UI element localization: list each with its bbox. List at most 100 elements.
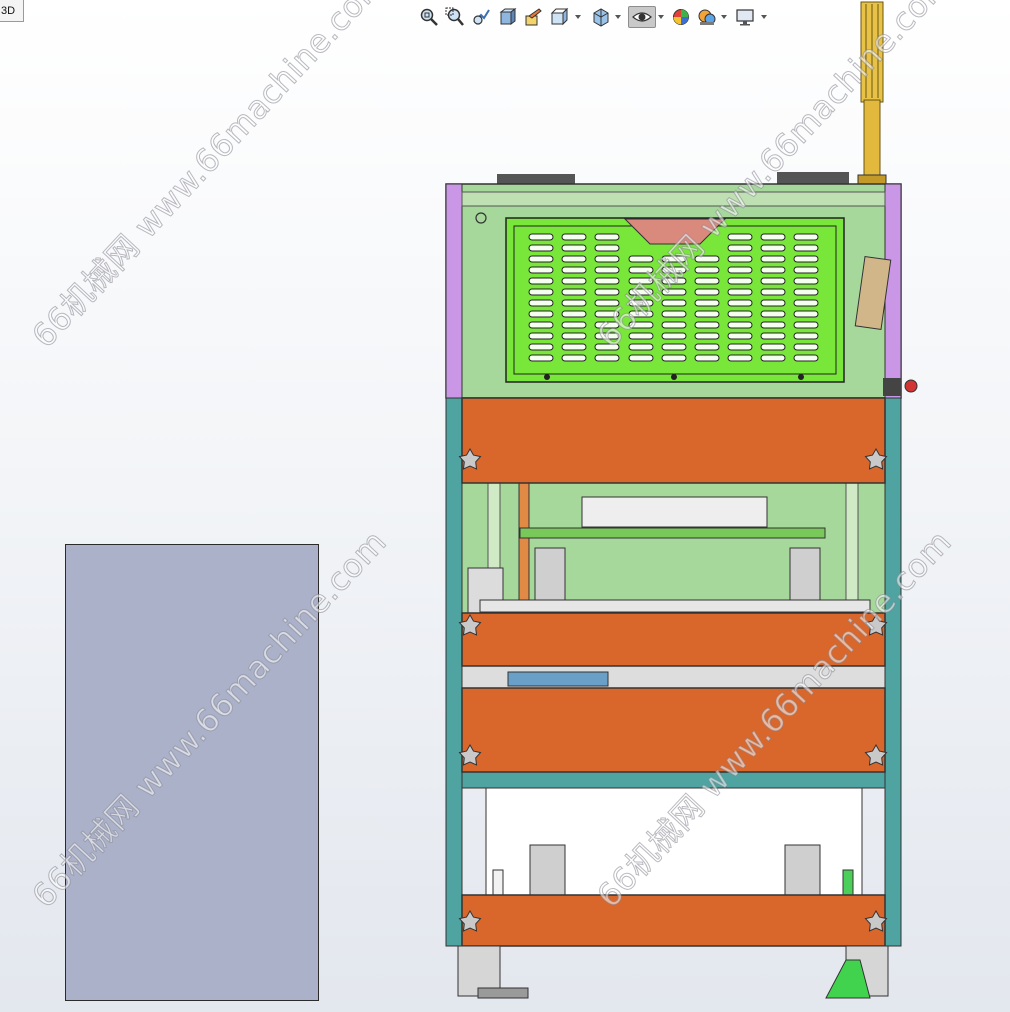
grille-slot: [594, 299, 620, 307]
grille-slot: [594, 233, 620, 241]
grille-slot: [760, 299, 786, 307]
grille-slot: [528, 277, 554, 285]
grille-slot: [528, 233, 554, 241]
grille-slot: [528, 332, 554, 340]
grille-slot: [793, 266, 819, 274]
grille-slot: [594, 332, 620, 340]
grille-slot: [727, 288, 753, 296]
grille-slot: [528, 321, 554, 329]
grille-slot: [628, 288, 654, 296]
grille-slot: [727, 299, 753, 307]
grille-slot: [628, 277, 654, 285]
grille-slot: [727, 310, 753, 318]
grille-slot: [561, 255, 587, 263]
grille-slot: [727, 343, 753, 351]
grille-slot: [561, 321, 587, 329]
grille-slot: [661, 266, 687, 274]
grille-slot: [594, 354, 620, 362]
grille-slot: [628, 332, 654, 340]
grille-slot: [760, 310, 786, 318]
grille-slot: [760, 255, 786, 263]
grille-slot: [528, 244, 554, 252]
grille-slot: [793, 288, 819, 296]
grille-slot: [793, 233, 819, 241]
grille-slot: [594, 255, 620, 263]
grille-slot: [727, 244, 753, 252]
grille-slot: [594, 288, 620, 296]
grille-slot: [594, 277, 620, 285]
grille-slot: [528, 310, 554, 318]
grille-slot: [528, 343, 554, 351]
grille-slot: [528, 354, 554, 362]
grille-slot: [727, 277, 753, 285]
grille-slot: [793, 310, 819, 318]
grille-slot: [793, 343, 819, 351]
machine-model-view[interactable]: [0, 0, 1010, 1012]
grille-slot: [760, 354, 786, 362]
grille-slot: [594, 321, 620, 329]
grille-slot: [561, 310, 587, 318]
grille-slot: [694, 332, 720, 340]
grille-slot: [561, 299, 587, 307]
grille-slot: [594, 266, 620, 274]
grille-slot: [561, 343, 587, 351]
grille-slot: [694, 321, 720, 329]
grille-slot: [661, 354, 687, 362]
grille-slot: [594, 343, 620, 351]
grille-slot: [694, 343, 720, 351]
grille-slot: [561, 277, 587, 285]
grille-slot: [594, 244, 620, 252]
grille-slot: [793, 354, 819, 362]
grille-slot: [793, 299, 819, 307]
grille-slot: [661, 321, 687, 329]
grille-slot: [628, 354, 654, 362]
grille-slot: [661, 332, 687, 340]
grille-slot: [594, 310, 620, 318]
grille-slot: [661, 310, 687, 318]
grille-slot: [760, 277, 786, 285]
ventilation-grille: [505, 217, 845, 383]
grille-slot: [628, 266, 654, 274]
caster-wheels: [457, 945, 889, 999]
grille-slot: [528, 266, 554, 274]
grille-slot: [727, 255, 753, 263]
grille-slot: [628, 310, 654, 318]
grille-slot: [661, 255, 687, 263]
grille-slot: [760, 332, 786, 340]
grille-slot: [727, 233, 753, 241]
grille-slot: [727, 354, 753, 362]
grille-slot: [793, 321, 819, 329]
grille-slot: [561, 354, 587, 362]
grille-slot: [528, 299, 554, 307]
grille-slot: [561, 332, 587, 340]
grille-slot: [760, 266, 786, 274]
grille-slot: [561, 288, 587, 296]
grille-slot: [528, 255, 554, 263]
grille-slot: [628, 255, 654, 263]
grille-slot: [694, 354, 720, 362]
grille-slot: [793, 255, 819, 263]
grille-slot: [694, 299, 720, 307]
grille-slot: [694, 255, 720, 263]
grille-slot: [727, 321, 753, 329]
grille-slot: [561, 244, 587, 252]
grille-slot: [727, 266, 753, 274]
grille-slot: [694, 266, 720, 274]
grille-slot: [661, 299, 687, 307]
grille-slot: [628, 343, 654, 351]
grille-slot: [760, 244, 786, 252]
grille-slot: [528, 288, 554, 296]
grille-slot: [628, 299, 654, 307]
grille-slot: [694, 288, 720, 296]
signal-tower: [857, 1, 887, 186]
grille-slot: [694, 277, 720, 285]
grille-slot: [793, 244, 819, 252]
grille-slot: [561, 266, 587, 274]
grille-slot: [661, 343, 687, 351]
grille-slot: [561, 233, 587, 241]
grille-slot: [760, 321, 786, 329]
grille-slot: [760, 288, 786, 296]
grille-slot: [694, 310, 720, 318]
grille-slot: [793, 332, 819, 340]
grille-slot: [628, 321, 654, 329]
